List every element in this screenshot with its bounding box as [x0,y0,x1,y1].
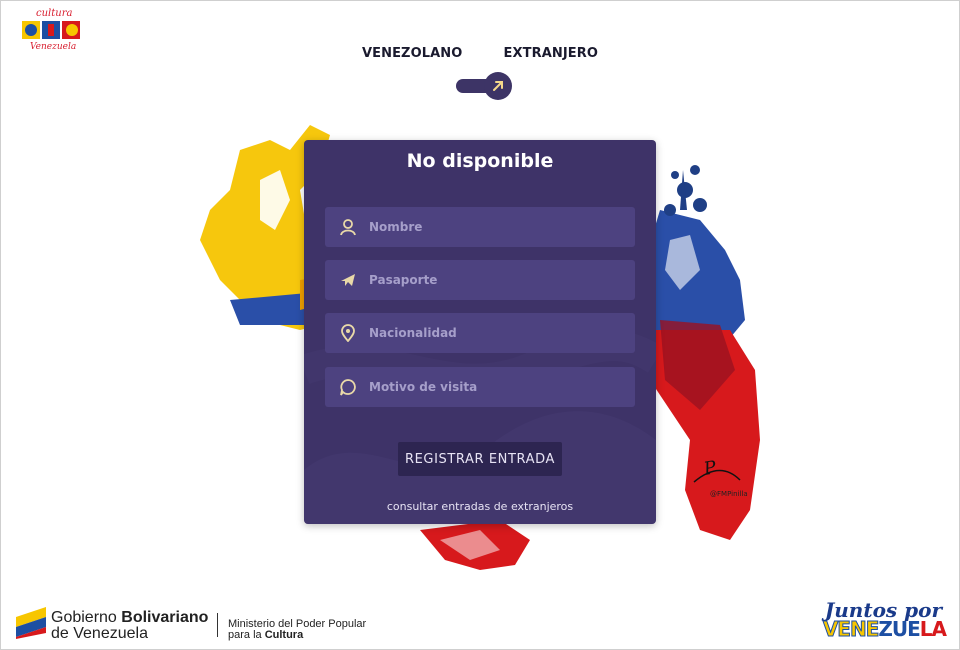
chat-bubble-icon [339,378,369,396]
name-field[interactable] [325,207,635,247]
tab-venezolano[interactable]: VENEZOLANO [362,46,462,61]
user-icon [339,218,369,236]
register-entry-button[interactable]: REGISTRAR ENTRADA [398,442,562,476]
nationality-field[interactable] [325,313,635,353]
mode-tabs: VENEZOLANO EXTRANJERO [0,42,960,61]
registration-card: No disponible REGISTRAR ENTRADA consulta… [304,140,656,524]
logo-text-top: cultura [36,8,73,19]
airplane-icon [339,271,369,289]
location-pin-icon [339,324,369,342]
consult-foreigners-link[interactable]: consultar entradas de extranjeros [304,500,656,513]
passport-input[interactable] [369,273,619,287]
nationality-input[interactable] [369,326,619,340]
venezuela-flag-icon [16,607,46,639]
logo-blocks [22,21,80,39]
name-input[interactable] [369,220,619,234]
passport-field[interactable] [325,260,635,300]
visit-reason-field[interactable] [325,367,635,407]
gobierno-bolivariano-logo: Gobierno Bolivariano de Venezuela Minist… [14,603,394,643]
artist-handle: @FMPinilla [710,490,748,498]
ministry-line-2: para la Cultura [228,629,304,641]
visit-reason-input[interactable] [369,380,619,394]
arrow-up-right-icon[interactable] [484,72,512,100]
mode-toggle-switch[interactable] [456,72,514,100]
gov-line-2: de Venezuela [51,625,148,642]
card-title: No disponible [406,150,554,172]
juntos-por-venezuela-logo: Juntos por VENEZUELA [818,598,948,642]
footer-divider [217,613,218,637]
slogan-bottom: VENEZUELA [822,617,947,642]
tab-extranjero[interactable]: EXTRANJERO [504,46,599,61]
